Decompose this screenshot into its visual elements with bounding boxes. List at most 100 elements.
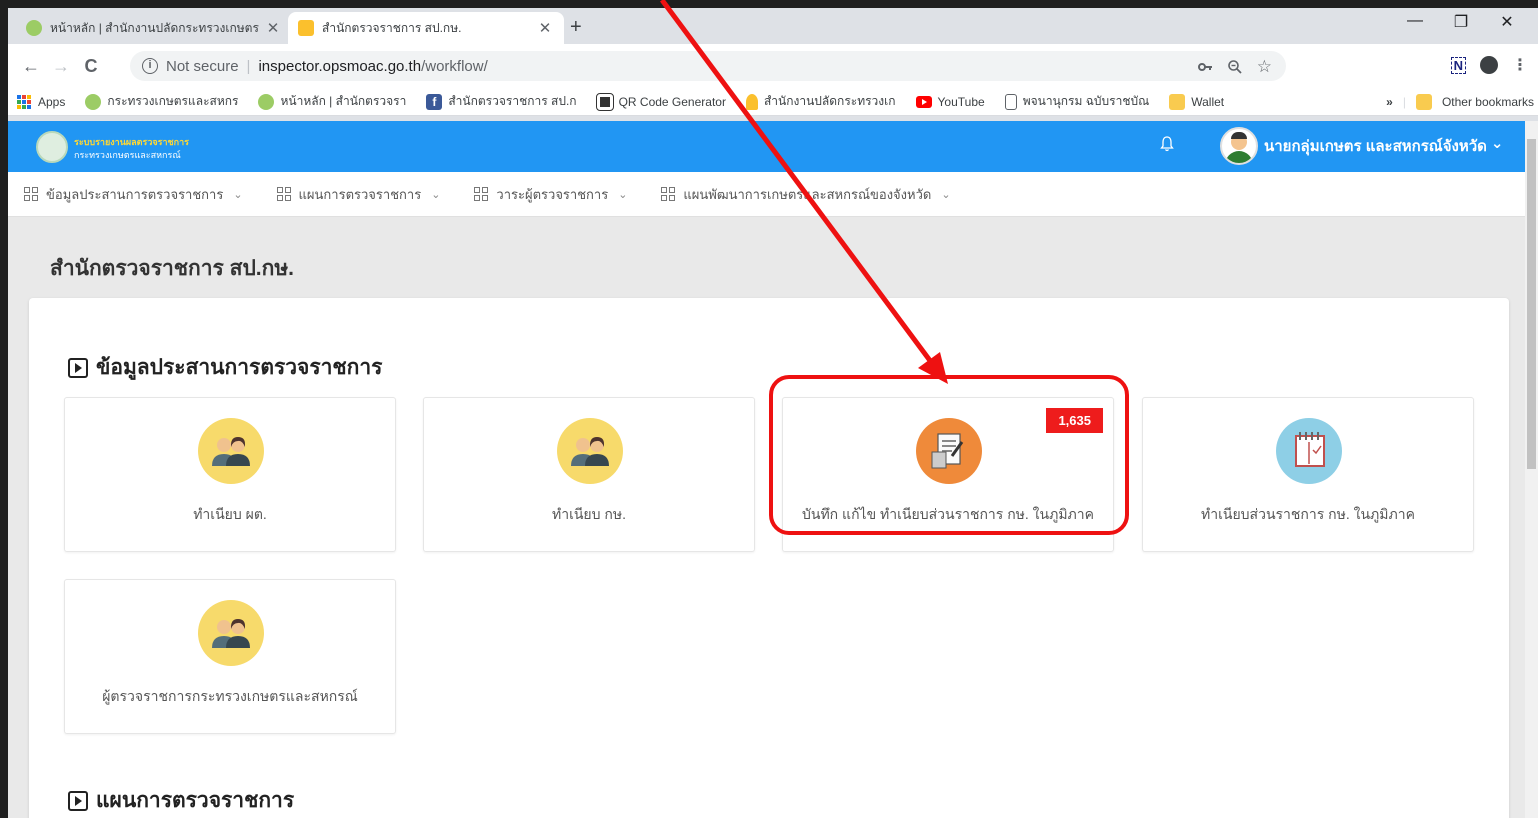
more-bookmarks-button[interactable]: » [1386, 95, 1393, 109]
user-name: นายกลุ่มเกษตร และสหกรณ์จังหวัด [1264, 138, 1487, 155]
menu-inspector-agenda[interactable]: วาระผู้ตรวจราชการ ⌄ [474, 184, 627, 205]
people-icon [198, 600, 264, 666]
tile-regional-directory[interactable]: ทำเนียบส่วนราชการ กษ. ในภูมิภาค [1142, 397, 1474, 552]
section-heading: แผนการตรวจราชการ [68, 784, 294, 817]
url-host: inspector.opsmoac.go.th [258, 57, 422, 75]
bookmark-label: Apps [38, 94, 66, 109]
page-title: สำนักตรวจราชการ สป.กษ. [50, 257, 295, 280]
forward-button[interactable]: → [46, 56, 76, 77]
tile-label: ทำเนียบส่วนราชการ กษ. ในภูมิภาค [1201, 506, 1415, 522]
bookmark-label: สำนักงานปลัดกระทรวงเก [763, 94, 896, 108]
app-logo-title: ระบบรายงานผลตรวจราชการ [74, 137, 189, 147]
people-icon [557, 418, 623, 484]
chevron-down-icon: ⌄ [1490, 135, 1504, 152]
security-label: Not secure [166, 57, 239, 75]
menu-label: ข้อมูลประสานการตรวจราชการ [46, 186, 224, 202]
bookmark-label: QR Code Generator [618, 94, 726, 109]
notebook-icon [1276, 418, 1342, 484]
key-icon[interactable] [1197, 59, 1213, 75]
grid-icon [24, 187, 38, 201]
facebook-icon: f [426, 93, 443, 110]
tile-ministry-inspectors[interactable]: ผู้ตรวจราชการกระทรวงเกษตรและสหกรณ์ [64, 579, 396, 734]
edit-document-icon [916, 418, 982, 484]
address-bar[interactable]: i Not secure | inspector.opsmoac.go.th /… [130, 51, 1286, 81]
bookmark-item[interactable]: QR Code Generator [595, 92, 726, 111]
app-logo[interactable] [36, 131, 68, 163]
youtube-icon [915, 95, 932, 108]
bookmark-item[interactable]: กระทรวงเกษตรและสหกร [85, 92, 238, 111]
scrollbar-thumb[interactable] [1527, 139, 1536, 469]
separator: | [246, 57, 251, 75]
browser-toolbar: ← → C i Not secure | inspector.opsmoac.g… [8, 44, 1538, 88]
bookmarks-right: » | Other bookmarks [1386, 94, 1534, 110]
profile-avatar-icon[interactable] [1480, 56, 1498, 74]
menu-label: แผนการตรวจราชการ [298, 186, 422, 202]
moac-logo-icon [258, 93, 275, 110]
app-header: ระบบรายงานผลตรวจราชการ กระทรวงเกษตรและสห… [8, 121, 1525, 172]
app-logo-subtitle: กระทรวงเกษตรและสหกรณ์ [74, 150, 181, 160]
minimize-button[interactable]: — [1392, 12, 1438, 30]
star-icon[interactable]: ☆ [1257, 57, 1272, 77]
menu-development-plan[interactable]: แผนพัฒนาการเกษตรและสหกรณ์ของจังหวัด ⌄ [661, 184, 951, 205]
tab-moac-home[interactable]: หน้าหลัก | สำนักงานปลัดกระทรวงเกษตร ✕ [16, 12, 292, 44]
people-icon [198, 418, 264, 484]
menu-label: แผนพัฒนาการเกษตรและสหกรณ์ของจังหวัด [683, 186, 932, 202]
chevron-down-icon: ⌄ [618, 188, 628, 201]
bookmark-apps[interactable]: Apps [16, 94, 65, 110]
browser-window: หน้าหลัก | สำนักงานปลัดกระทรวงเกษตร ✕ สำ… [8, 8, 1538, 818]
bookmark-item[interactable]: Wallet [1169, 93, 1225, 110]
zoom-icon[interactable] [1227, 59, 1243, 75]
menu-label: วาระผู้ตรวจราชการ [496, 186, 609, 202]
tile-inspector-directory[interactable]: ทำเนียบ ผต. [64, 397, 396, 552]
restore-button[interactable]: ❐ [1438, 12, 1484, 32]
close-window-button[interactable]: ✕ [1484, 12, 1530, 32]
extension-area: N ⋮ [1450, 55, 1528, 75]
tile-label: บันทึก แก้ไข ทำเนียบส่วนราชการ กษ. ในภูม… [802, 506, 1094, 522]
new-tab-button[interactable]: + [570, 16, 582, 39]
bookmark-label: พจนานุกรม ฉบับราชบัณ [1022, 94, 1150, 108]
grid-icon [661, 187, 676, 201]
qr-code-icon [595, 92, 614, 111]
web-app: ระบบรายงานผลตรวจราชการ กระทรวงเกษตรและสห… [8, 121, 1525, 818]
back-button[interactable]: ← [16, 56, 46, 77]
user-avatar [1220, 127, 1258, 165]
close-tab-icon[interactable]: ✕ [264, 19, 282, 37]
menu-inspection-plan[interactable]: แผนการตรวจราชการ ⌄ [276, 184, 440, 205]
tile-label: ทำเนียบ กษ. [551, 506, 627, 522]
close-tab-icon[interactable]: ✕ [536, 19, 554, 37]
bookmark-item[interactable]: หน้าหลัก | สำนักตรวจรา [258, 92, 406, 111]
divider: | [1402, 95, 1406, 109]
user-menu[interactable]: นายกลุ่มเกษตร และสหกรณ์จังหวัด ⌄ [1220, 127, 1503, 165]
tab-inspector[interactable]: สำนักตรวจราชการ สป.กษ. ✕ [288, 12, 564, 44]
lamp-icon [745, 93, 758, 110]
bookmarks-bar: Apps กระทรวงเกษตรและสหกร หน้าหลัก | สำนั… [8, 88, 1538, 116]
bookmark-label: สำนักตรวจราชการ สป.ก [448, 94, 577, 108]
tile-edit-regional-directory[interactable]: 1,635 บันทึก แก้ไข ทำเนียบส่วนราชการ กษ.… [782, 397, 1114, 552]
other-bookmarks-button[interactable]: Other bookmarks [1442, 95, 1534, 109]
folder-icon [1169, 93, 1186, 110]
bookmark-label: YouTube [937, 94, 985, 109]
moac-logo-icon [26, 20, 42, 36]
section-title: ข้อมูลประสานการตรวจราชการ [96, 356, 383, 379]
notification-badge: 1,635 [1046, 408, 1103, 433]
chevron-down-icon: ⌄ [941, 188, 951, 201]
reload-button[interactable]: C [76, 56, 106, 77]
bookmark-item[interactable]: สำนักงานปลัดกระทรวงเก [745, 92, 896, 111]
bookmark-item[interactable]: YouTube [915, 94, 985, 109]
play-square-icon [68, 357, 88, 378]
bookmark-item[interactable]: f สำนักตรวจราชการ สป.ก [426, 92, 577, 111]
page-scrollbar[interactable] [1525, 121, 1538, 818]
menu-coordination[interactable]: ข้อมูลประสานการตรวจราชการ ⌄ [24, 184, 243, 205]
tile-moac-directory[interactable]: ทำเนียบ กษ. [423, 397, 755, 552]
page-icon [1004, 93, 1017, 110]
url-path: /workflow/ [421, 57, 488, 75]
tile-label: ผู้ตรวจราชการกระทรวงเกษตรและสหกรณ์ [102, 688, 358, 704]
menu-kebab-icon[interactable]: ⋮ [1512, 55, 1528, 75]
extension-n-icon[interactable]: N [1450, 56, 1466, 74]
bookmark-label: Wallet [1191, 94, 1225, 109]
info-icon[interactable]: i [142, 58, 158, 74]
bookmark-item[interactable]: พจนานุกรม ฉบับราชบัณ [1004, 92, 1150, 111]
moac-logo-icon [85, 93, 102, 110]
grid-icon [276, 187, 291, 201]
bell-icon[interactable] [1160, 136, 1174, 152]
